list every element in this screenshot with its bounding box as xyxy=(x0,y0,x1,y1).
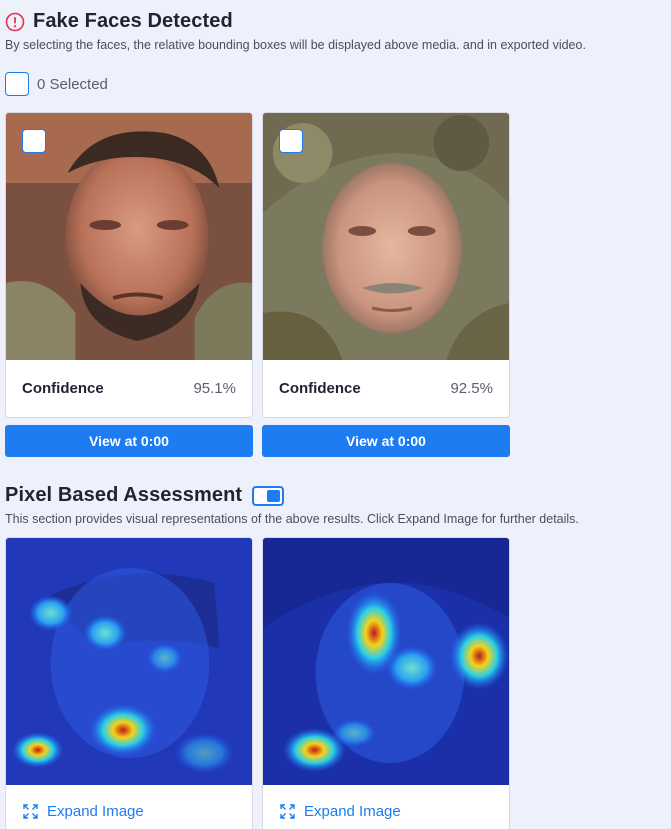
alert-circle-icon xyxy=(5,12,25,32)
confidence-label: Confidence xyxy=(279,380,361,397)
heatmap-image[interactable] xyxy=(6,538,252,785)
confidence-label: Confidence xyxy=(22,380,104,397)
select-all-checkbox[interactable] xyxy=(5,72,29,96)
fake-faces-header: Fake Faces Detected xyxy=(5,10,233,33)
select-all-row: 0 Selected xyxy=(5,72,108,96)
view-at-time-button[interactable]: View at 0:00 xyxy=(5,425,253,457)
heatmap-image[interactable] xyxy=(263,538,509,785)
pixel-assessment-header: Pixel Based Assessment xyxy=(5,484,285,507)
pixel-assessment-toggle[interactable] xyxy=(252,485,285,506)
selected-count: 0 Selected xyxy=(37,75,108,93)
confidence-value: 95.1% xyxy=(193,380,236,397)
face-select-checkbox[interactable] xyxy=(22,129,46,153)
face-select-checkbox[interactable] xyxy=(279,129,303,153)
face-thumbnail xyxy=(263,113,509,360)
face-thumbnail xyxy=(6,113,252,360)
confidence-value: 92.5% xyxy=(450,380,493,397)
face-card: Confidence 92.5% xyxy=(262,112,510,418)
expand-image-link[interactable]: Expand Image xyxy=(263,785,509,829)
pixel-assessment-description: This section provides visual representat… xyxy=(5,512,579,526)
heatmap-card: Expand Image xyxy=(5,537,253,829)
view-at-time-button[interactable]: View at 0:00 xyxy=(262,425,510,457)
confidence-row: Confidence 95.1% xyxy=(6,360,252,417)
fake-faces-title: Fake Faces Detected xyxy=(33,10,233,32)
confidence-row: Confidence 92.5% xyxy=(263,360,509,417)
pixel-assessment-title: Pixel Based Assessment xyxy=(5,484,243,506)
expand-icon xyxy=(279,803,296,820)
expand-image-label: Expand Image xyxy=(47,803,144,820)
heatmap-card: Expand Image xyxy=(262,537,510,829)
face-card: Confidence 95.1% xyxy=(5,112,253,418)
fake-faces-description: By selecting the faces, the relative bou… xyxy=(5,38,586,52)
expand-image-link[interactable]: Expand Image xyxy=(6,785,252,829)
expand-image-label: Expand Image xyxy=(304,803,401,820)
expand-icon xyxy=(22,803,39,820)
